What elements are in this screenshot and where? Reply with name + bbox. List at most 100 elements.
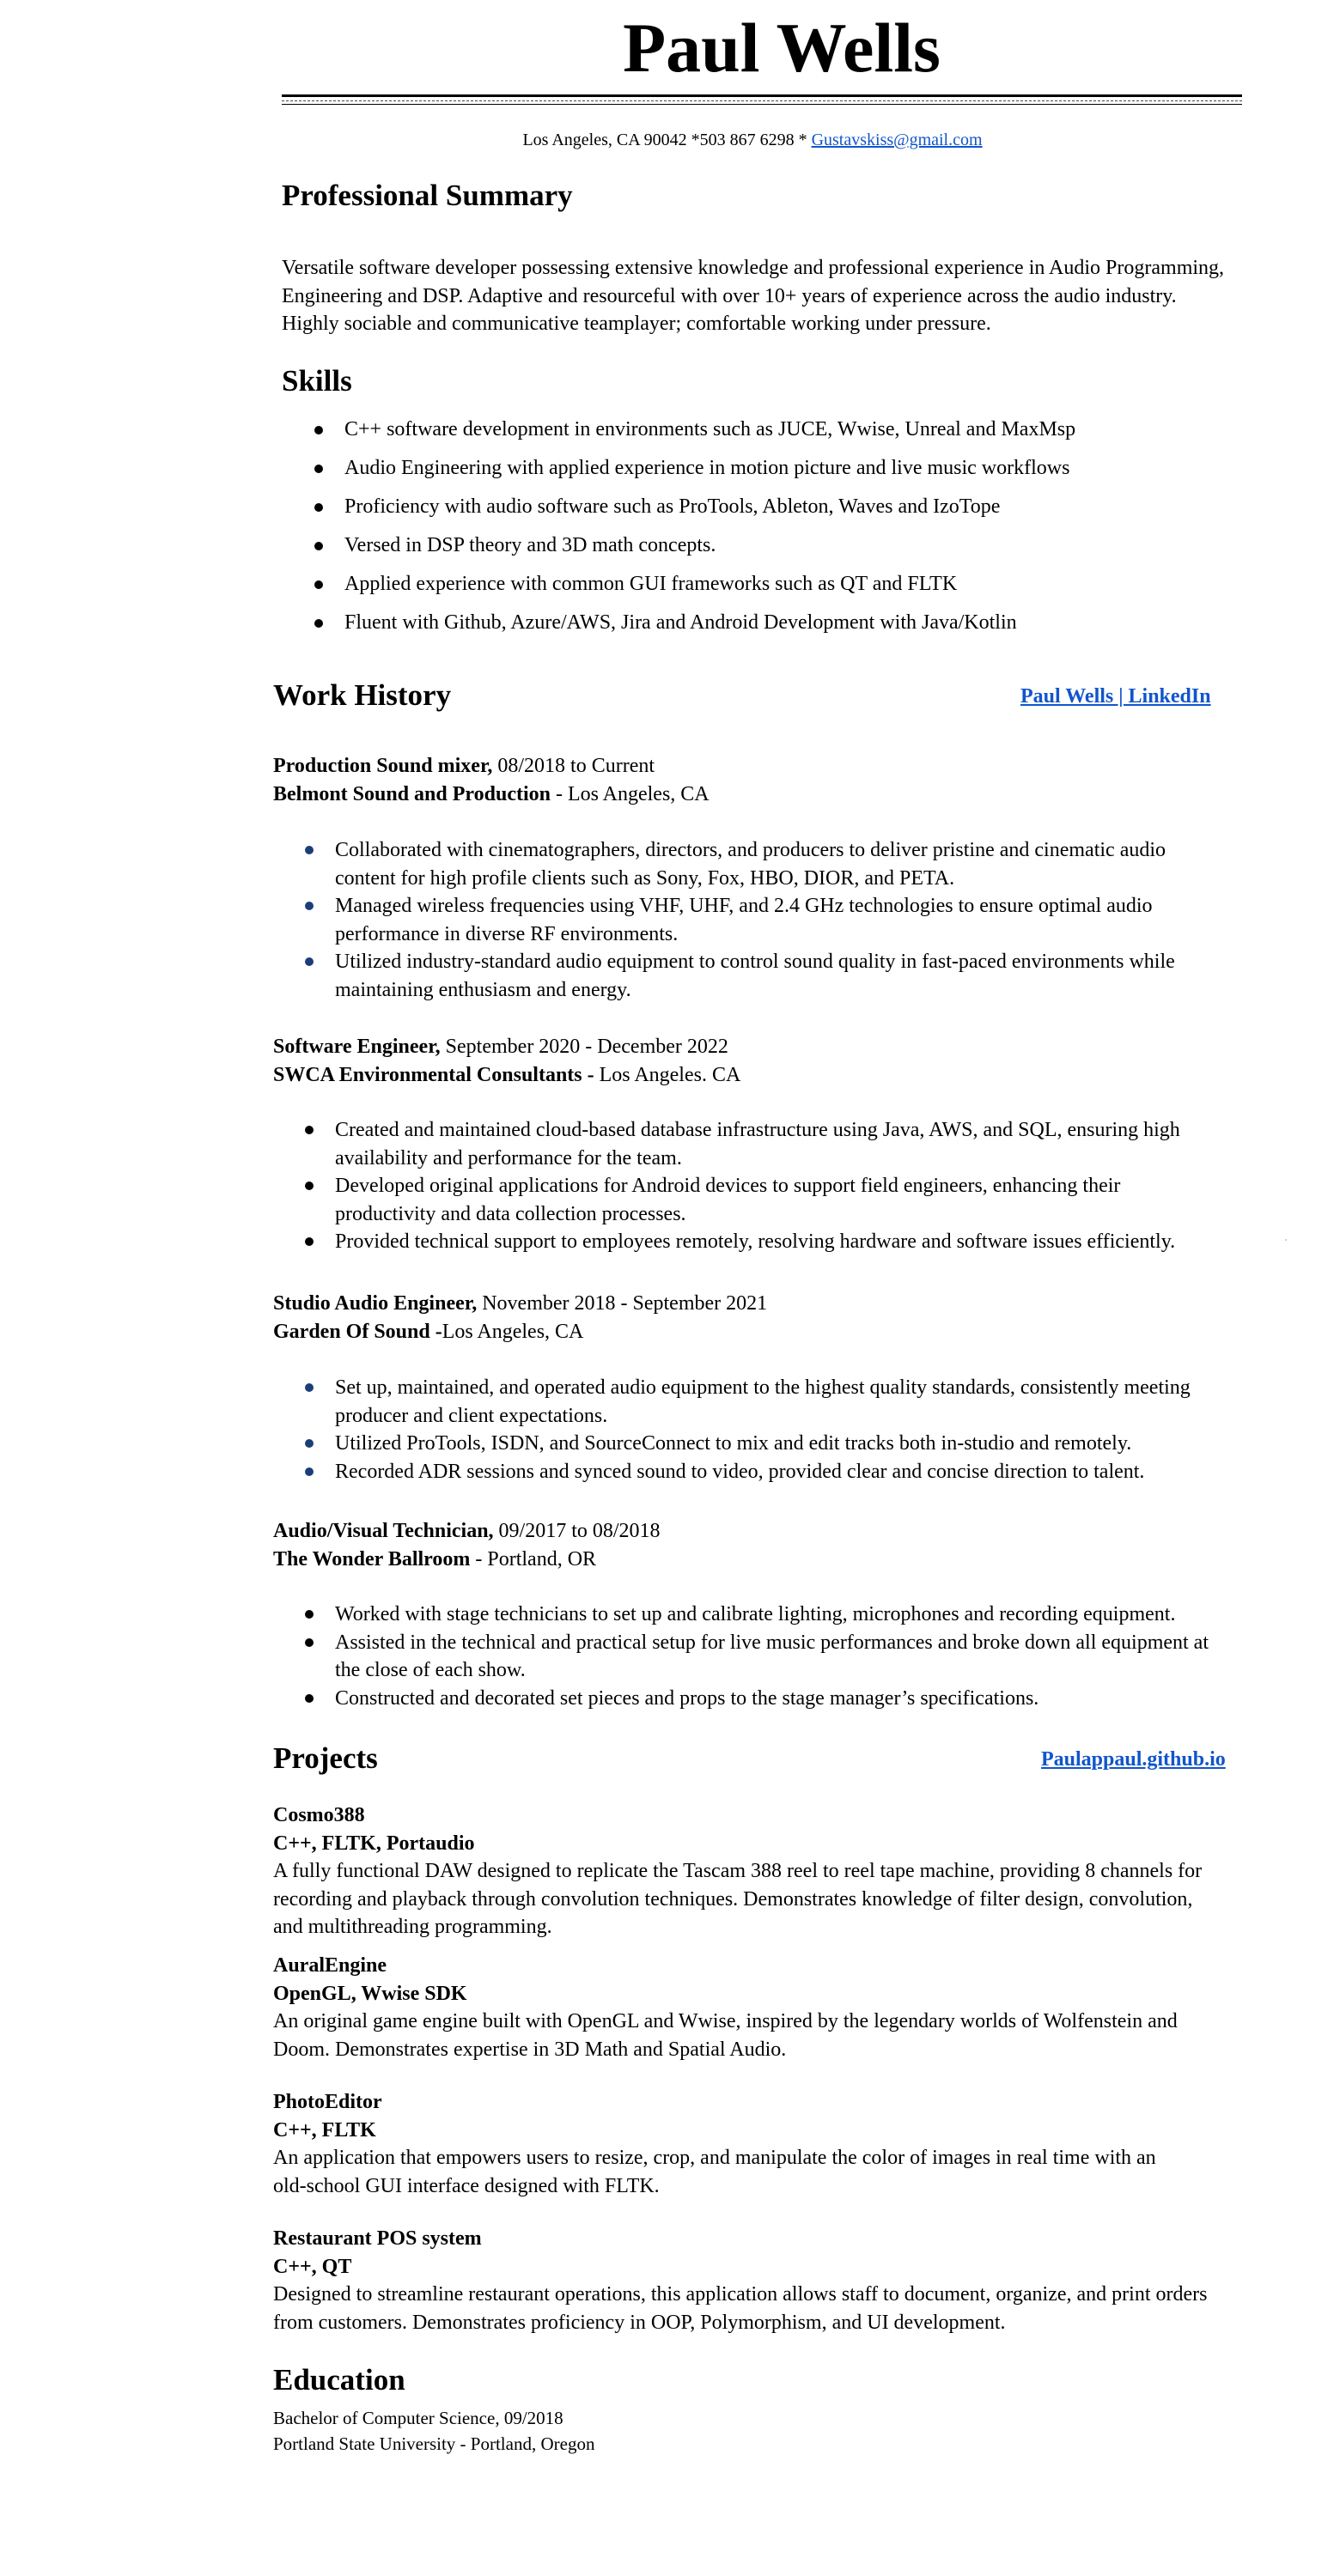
contact-line: Los Angeles, CA 90042 *503 867 6298 * Gu… [0,129,1340,151]
linkedin-link[interactable]: Paul Wells | LinkedIn [1020,683,1211,709]
job-title: Audio/Visual Technician, [273,1520,494,1542]
job-title: Studio Audio Engineer, [273,1292,478,1315]
job-company: SWCA Environmental Consultants - [273,1063,594,1086]
job-bullet: Developed original applications for Andr… [305,1172,1233,1228]
job-location: Los Angeles. CA [594,1063,741,1086]
projects-heading: Projects [273,1741,378,1775]
bullet-icon [305,1467,314,1476]
job-bullets: Created and maintained cloud-based datab… [305,1116,1233,1256]
project-item: Restaurant POS system C++, QT Designed t… [273,2225,1235,2336]
job-bullet: Collaborated with cinematographers, dire… [305,836,1233,892]
project-tech: C++, FLTK [273,2118,376,2142]
project-line: A fully functional DAW designed to repli… [273,1860,1203,1882]
stray-mark [1285,1239,1287,1241]
project-item: AuralEngine OpenGL, Wwise SDK An origina… [273,1952,1235,2063]
education-heading: Education [273,2363,405,2397]
summary-heading: Professional Summary [282,179,573,212]
education-school: Portland State University - Portland, Or… [273,2433,595,2454]
bullet-icon [314,426,323,434]
job-bullets: Worked with stage technicians to set up … [305,1601,1233,1712]
project-tech: C++, QT [273,2255,352,2278]
job-bullet: Recorded ADR sessions and synced sound t… [305,1458,1233,1486]
skill-item: Audio Engineering with applied experienc… [314,455,1075,494]
header-rule-top [282,94,1242,97]
project-line: recording and playback through convoluti… [273,1887,1193,1911]
bullet-icon [305,1383,314,1392]
job-bullet: Set up, maintained, and operated audio e… [305,1374,1233,1430]
skills-heading: Skills [282,364,352,398]
job-bullet: Worked with stage technicians to set up … [305,1601,1233,1629]
job-title: Production Sound mixer, [273,755,493,777]
job-header: Production Sound mixer, 08/2018 to Curre… [273,752,710,808]
project-line: and multithreading programming. [273,1916,552,1938]
job-bullet: Assisted in the technical and practical … [305,1629,1233,1685]
project-name: Cosmo388 [273,1804,365,1826]
bullet-icon [305,1439,314,1448]
contact-address-phone: Los Angeles, CA 90042 *503 867 6298 * [522,131,812,149]
job-bullets: Collaborated with cinematographers, dire… [305,836,1233,1004]
project-tech: C++, FLTK, Portaudio [273,1832,475,1855]
project-line: old-school GUI interface designed with F… [273,2174,660,2197]
skill-item: Fluent with Github, Azure/AWS, Jira and … [314,610,1075,648]
job-company: Garden Of Sound - [273,1320,442,1343]
job-title: Software Engineer, [273,1036,441,1058]
job-location: - Portland, OR [470,1547,597,1571]
project-line: An original game engine built with OpenG… [273,2010,1178,2032]
job-bullet: Managed wireless frequencies using VHF, … [305,892,1233,948]
project-name: Restaurant POS system [273,2227,482,2250]
email-link[interactable]: Gustavskiss@gmail.com [812,131,983,149]
summary-text: Versatile software developer possessing … [282,254,1278,338]
bullet-icon [305,957,314,966]
skill-item: Versed in DSP theory and 3D math concept… [314,532,1075,571]
job-bullet: Created and maintained cloud-based datab… [305,1116,1233,1172]
project-tech: OpenGL, Wwise SDK [273,1982,467,2005]
project-name: PhotoEditor [273,2091,382,2113]
bullet-icon [305,1237,314,1246]
project-line: An application that empowers users to re… [273,2147,1156,2169]
job-header: Software Engineer, September 2020 - Dece… [273,1033,740,1089]
bullet-icon [305,1182,314,1190]
bullet-icon [305,846,314,854]
project-name: AuralEngine [273,1954,387,1977]
job-header: Studio Audio Engineer, November 2018 - S… [273,1290,767,1346]
resume-name: Paul Wells [623,9,941,87]
work-history-heading: Work History [273,678,452,712]
skill-item: C++ software development in environments… [314,416,1075,455]
job-company: Belmont Sound and Production [273,782,551,805]
job-location: - Los Angeles, CA [550,782,710,805]
project-line: Designed to streamline restaurant operat… [273,2283,1208,2306]
education-details: Bachelor of Computer Science, 09/2018 Po… [273,2405,594,2457]
project-line: from customers. Demonstrates proficiency… [273,2311,1006,2334]
education-degree: Bachelor of Computer Science, 09/2018 [273,2408,563,2428]
job-bullet: Utilized ProTools, ISDN, and SourceConne… [305,1430,1233,1458]
header-rule-bottom [282,104,1242,105]
bullet-icon [314,542,323,550]
skills-list: C++ software development in environments… [314,416,1075,648]
job-bullet: Utilized industry-standard audio equipme… [305,948,1233,1004]
job-dates: September 2020 - December 2022 [440,1036,728,1058]
bullet-icon [305,1610,314,1619]
job-header: Audio/Visual Technician, 09/2017 to 08/2… [273,1517,661,1573]
bullet-icon [305,1126,314,1134]
job-company: The Wonder Ballroom [273,1547,471,1571]
job-bullets: Set up, maintained, and operated audio e… [305,1374,1233,1485]
skill-item: Proficiency with audio software such as … [314,494,1075,532]
bullet-icon [305,1693,314,1703]
header-rule-dashed [282,100,1242,101]
bullet-icon [314,503,323,512]
job-bullet: Provided technical support to employees … [305,1228,1233,1256]
project-line: Doom. Demonstrates expertise in 3D Math … [273,2038,787,2061]
summary-line: Engineering and DSP. Adaptive and resour… [282,284,1177,307]
skill-item: Applied experience with common GUI frame… [314,571,1075,610]
summary-line: Highly sociable and communicative teampl… [282,313,991,335]
bullet-icon [305,902,314,910]
job-bullet: Constructed and decorated set pieces and… [305,1685,1233,1713]
bullet-icon [314,580,323,589]
bullet-icon [305,1637,314,1647]
github-link[interactable]: Paulappaul.github.io [1041,1747,1226,1772]
project-item: PhotoEditor C++, FLTK An application tha… [273,2088,1235,2200]
summary-line: Versatile software developer possessing … [282,257,1225,279]
bullet-icon [314,465,323,473]
job-dates: November 2018 - September 2021 [477,1292,768,1315]
job-dates: 08/2018 to Current [492,755,655,777]
